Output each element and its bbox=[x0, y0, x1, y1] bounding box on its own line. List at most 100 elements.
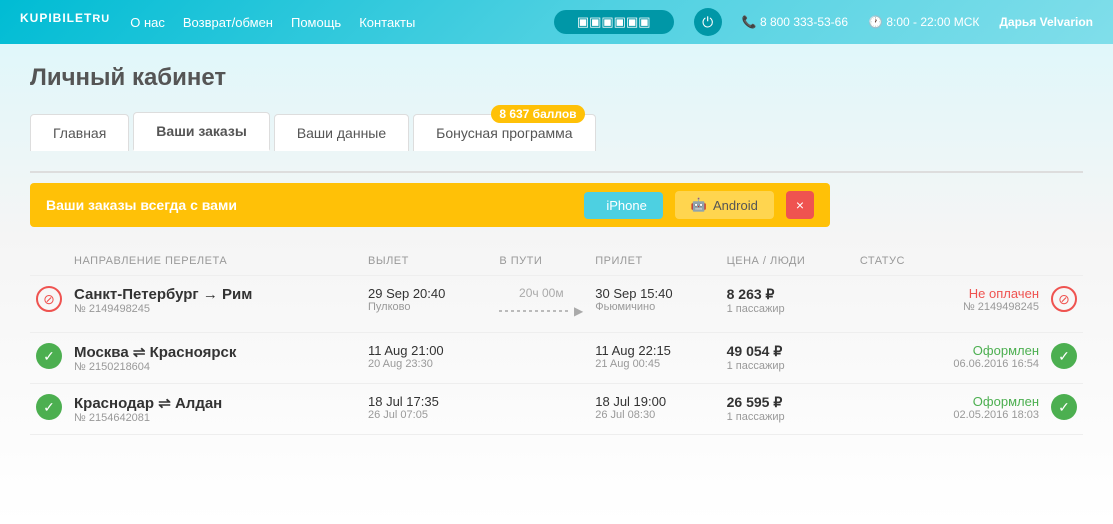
status-cell: Оформлен 02.05.2016 18:03 bbox=[854, 384, 1045, 435]
order-num: № 2154642081 bbox=[74, 412, 356, 424]
route-main: Москва ⇌ Красноярск bbox=[74, 343, 356, 361]
row-icon: ✓ bbox=[30, 384, 68, 435]
android-button[interactable]: 🤖 Android bbox=[675, 191, 774, 219]
depart-date: 29 Sep 20:40 bbox=[368, 286, 487, 301]
status-text: Оформлен bbox=[860, 394, 1039, 409]
duration-cell bbox=[493, 333, 589, 384]
status-text: Не оплачен bbox=[860, 286, 1039, 301]
nav-help[interactable]: Помощь bbox=[291, 15, 341, 30]
depart-cell: 29 Sep 20:40 Пулково bbox=[362, 276, 493, 333]
depart-airport: Пулково bbox=[368, 301, 487, 313]
logo-ru: RU bbox=[92, 13, 110, 25]
passengers: 1 пассажир bbox=[727, 360, 848, 372]
col-arrive: ПРИЛЕТ bbox=[589, 247, 720, 276]
status-icon-cell: ⊘ bbox=[1045, 276, 1083, 333]
status-icon-green: ✓ bbox=[36, 343, 62, 369]
price: 49 054 ₽ bbox=[727, 343, 848, 360]
row-status-icon: ✓ bbox=[1051, 394, 1077, 420]
col-duration: В ПУТИ bbox=[493, 247, 589, 276]
col-route: НАПРАВЛЕНИЕ ПЕРЕЛЕТА bbox=[68, 247, 362, 276]
row-status-icon: ⊘ bbox=[1051, 286, 1077, 312]
user-name: Дарья Velvarion bbox=[999, 15, 1093, 29]
table-row: ✓ Москва ⇌ Красноярск № 2150218604 11 Au… bbox=[30, 333, 1083, 384]
tab-bonus[interactable]: Бонусная программа 8 637 баллов bbox=[413, 114, 595, 151]
order-num: № 2150218604 bbox=[74, 361, 356, 373]
col-icon bbox=[30, 247, 68, 276]
iphone-button[interactable]: iPhone bbox=[584, 192, 662, 219]
tab-home[interactable]: Главная bbox=[30, 114, 129, 151]
col-status: СТАТУС bbox=[854, 247, 1045, 276]
power-button[interactable]: ⏻ bbox=[694, 8, 722, 36]
tabs-border bbox=[30, 171, 1083, 173]
search-box[interactable]: ▣▣▣▣▣▣ bbox=[554, 10, 674, 34]
clock-icon: 🕐 bbox=[868, 15, 886, 29]
row-icon: ⊘ bbox=[30, 276, 68, 333]
col-status-icon bbox=[1045, 247, 1083, 276]
working-hours: 8:00 - 22:00 МСК bbox=[886, 15, 979, 29]
status-text: Оформлен bbox=[860, 343, 1039, 358]
route-main: Краснодар ⇌ Алдан bbox=[74, 394, 356, 412]
price: 26 595 ₽ bbox=[727, 394, 848, 411]
bonus-badge: 8 637 баллов bbox=[491, 105, 584, 123]
row-icon: ✓ bbox=[30, 333, 68, 384]
table-row: ⊘ Санкт-Петербург → Рим № 2149498245 29 … bbox=[30, 276, 1083, 333]
arrive-date: 30 Sep 15:40 bbox=[595, 286, 714, 301]
nav-about[interactable]: О нас bbox=[130, 15, 165, 30]
nav-return[interactable]: Возврат/обмен bbox=[183, 15, 273, 30]
status-icon-red: ⊘ bbox=[36, 286, 62, 312]
route-cell: Москва ⇌ Красноярск № 2150218604 bbox=[68, 333, 362, 384]
table-header: НАПРАВЛЕНИЕ ПЕРЕЛЕТА ВЫЛЕТ В ПУТИ ПРИЛЕТ… bbox=[30, 247, 1083, 276]
arrive-cell: 30 Sep 15:40 Фьюмичино bbox=[589, 276, 720, 333]
route-main: Санкт-Петербург → Рим bbox=[74, 286, 356, 303]
status-order: № 2149498245 bbox=[860, 301, 1039, 313]
tab-orders[interactable]: Ваши заказы bbox=[133, 112, 270, 151]
arrow-right-icon: ▶ bbox=[574, 304, 583, 318]
tab-data[interactable]: Ваши данные bbox=[274, 114, 409, 151]
main-content: Личный кабинет Главная Ваши заказы Ваши … bbox=[0, 44, 1113, 524]
android-icon: 🤖 bbox=[691, 197, 707, 213]
arrive-cell: 18 Jul 19:00 26 Jul 08:30 bbox=[589, 384, 720, 435]
banner-close-button[interactable]: × bbox=[786, 191, 814, 219]
page-title: Личный кабинет bbox=[30, 64, 1083, 92]
route-cell: Краснодар ⇌ Алдан № 2154642081 bbox=[68, 384, 362, 435]
tabs: Главная Ваши заказы Ваши данные Бонусная… bbox=[30, 112, 1083, 151]
phone-icon: 📞 bbox=[742, 15, 760, 29]
order-num: № 2149498245 bbox=[74, 303, 356, 315]
iphone-label: iPhone bbox=[606, 198, 646, 213]
status-cell: Не оплачен № 2149498245 bbox=[854, 276, 1045, 333]
header: KUPIBILETRU О нас Возврат/обмен Помощь К… bbox=[0, 0, 1113, 44]
arrive-date: 11 Aug 22:15 bbox=[595, 343, 714, 358]
phone-number: 8 800 333-53-66 bbox=[760, 15, 848, 29]
route-cell: Санкт-Петербург → Рим № 2149498245 bbox=[68, 276, 362, 333]
tab-bonus-label: Бонусная программа bbox=[436, 125, 572, 141]
banner-text: Ваши заказы всегда с вами bbox=[46, 197, 572, 213]
arrive-date2: 21 Aug 00:45 bbox=[595, 358, 714, 370]
orders-table: НАПРАВЛЕНИЕ ПЕРЕЛЕТА ВЫЛЕТ В ПУТИ ПРИЛЕТ… bbox=[30, 247, 1083, 435]
progress-line bbox=[499, 310, 570, 312]
duration-cell bbox=[493, 384, 589, 435]
app-banner: Ваши заказы всегда с вами iPhone 🤖 Andro… bbox=[30, 183, 830, 227]
nav-contacts[interactable]: Контакты bbox=[359, 15, 415, 30]
price-cell: 49 054 ₽ 1 пассажир bbox=[721, 333, 854, 384]
flight-line: ▶ bbox=[499, 304, 583, 318]
duration-text: 20ч 00м bbox=[499, 286, 583, 300]
duration-cell: 20ч 00м ▶ bbox=[493, 276, 589, 333]
passengers: 1 пассажир bbox=[727, 411, 848, 423]
time-info: 🕐 8:00 - 22:00 МСК bbox=[868, 15, 979, 29]
arrive-date2: 26 Jul 08:30 bbox=[595, 409, 714, 421]
depart-date2: 26 Jul 07:05 bbox=[368, 409, 487, 421]
logo-text: KUPIBILET bbox=[20, 11, 92, 25]
status-icon-cell: ✓ bbox=[1045, 333, 1083, 384]
table-row: ✓ Краснодар ⇌ Алдан № 2154642081 18 Jul … bbox=[30, 384, 1083, 435]
row-status-icon: ✓ bbox=[1051, 343, 1077, 369]
depart-date: 11 Aug 21:00 bbox=[368, 343, 487, 358]
nav: О нас Возврат/обмен Помощь Контакты bbox=[130, 15, 533, 30]
android-label: Android bbox=[713, 198, 758, 213]
price: 8 263 ₽ bbox=[727, 286, 848, 303]
status-icon-green: ✓ bbox=[36, 394, 62, 420]
depart-date: 18 Jul 17:35 bbox=[368, 394, 487, 409]
arrive-date: 18 Jul 19:00 bbox=[595, 394, 714, 409]
status-date: 06.06.2016 16:54 bbox=[860, 358, 1039, 370]
status-date: 02.05.2016 18:03 bbox=[860, 409, 1039, 421]
flight-duration: 20ч 00м ▶ bbox=[499, 286, 583, 318]
